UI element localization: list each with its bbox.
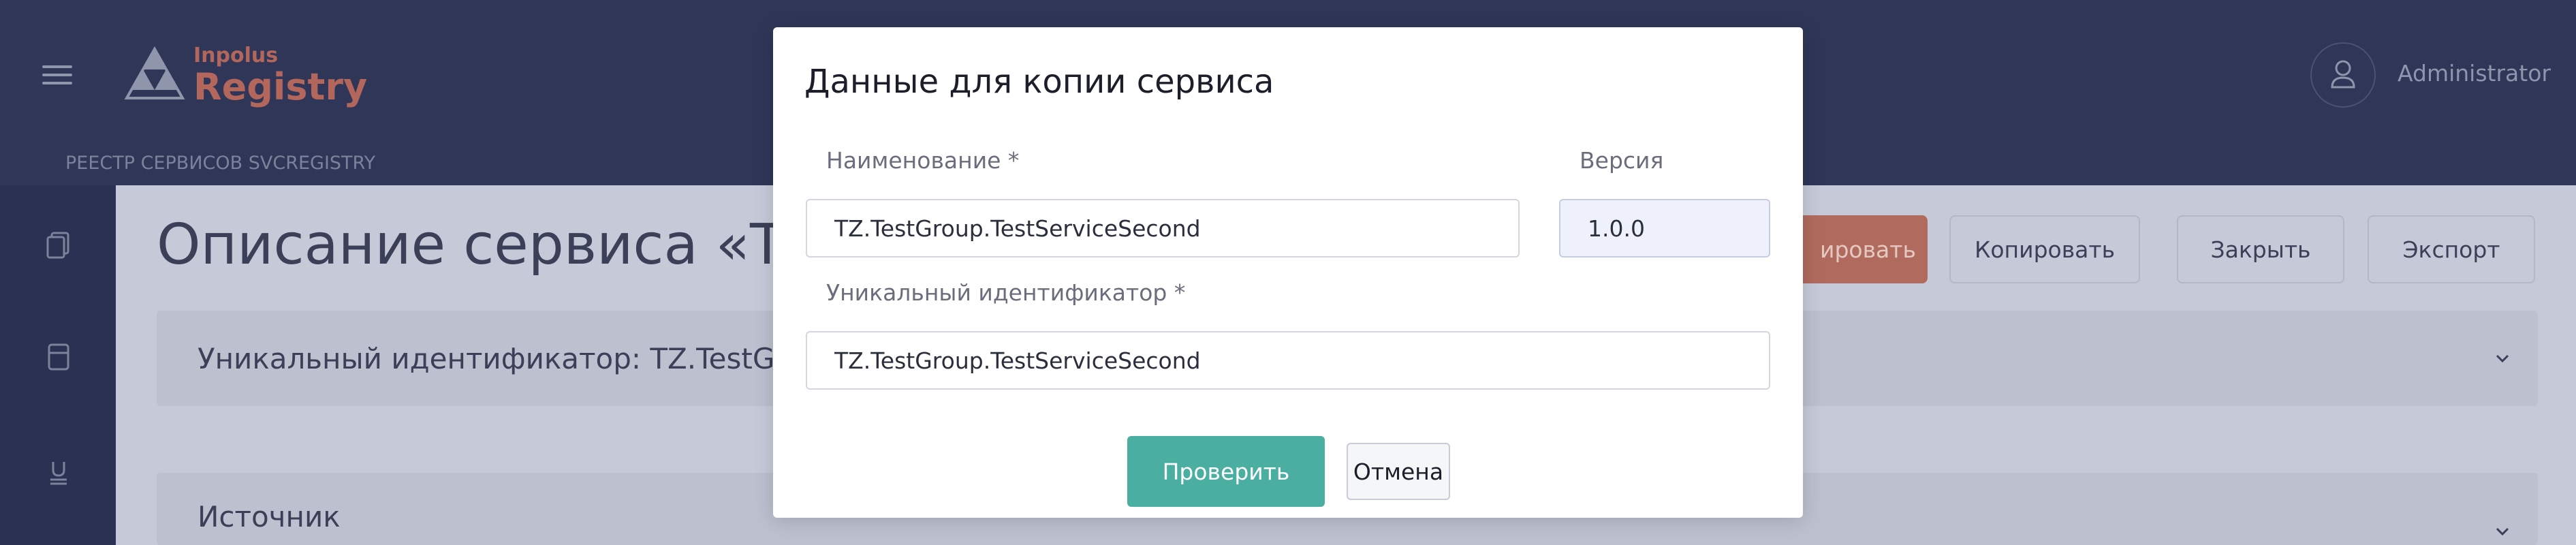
copy-button[interactable]: Копировать — [1949, 215, 2140, 283]
chevron-down-icon[interactable] — [2494, 350, 2511, 367]
container-icon[interactable] — [42, 341, 75, 373]
logo-text-small: Inpolus — [193, 44, 279, 67]
version-input[interactable] — [1559, 199, 1770, 258]
copy-service-modal: Данные для копии сервиса Наименование * … — [773, 27, 1803, 518]
uid-label: Уникальный идентификатор * — [826, 279, 1186, 306]
documents-icon[interactable] — [42, 229, 75, 262]
uid-input[interactable] — [806, 331, 1770, 390]
modal-title: Данные для копии сервиса — [804, 63, 1274, 101]
source-card-text: Источник — [198, 500, 341, 533]
close-button[interactable]: Закрыть — [2177, 215, 2344, 283]
chevron-down-icon[interactable] — [2494, 523, 2511, 540]
cancel-button[interactable]: Отмена — [1347, 443, 1450, 500]
page-title: Описание сервиса «TZ.T — [157, 213, 875, 277]
export-button[interactable]: Экспорт — [2368, 215, 2535, 283]
logo-text-big: Registry — [193, 65, 368, 108]
name-input[interactable] — [806, 199, 1520, 258]
check-button[interactable]: Проверить — [1127, 436, 1325, 507]
user-icon — [2331, 60, 2355, 89]
registry-logo-icon — [124, 46, 185, 99]
plug-icon[interactable] — [42, 455, 75, 488]
sidebar — [0, 185, 116, 545]
menu-icon[interactable] — [42, 65, 72, 84]
user-avatar[interactable] — [2310, 42, 2376, 108]
version-label: Версия — [1580, 147, 1664, 174]
name-label: Наименование * — [826, 147, 1020, 174]
user-name[interactable]: Administrator — [2398, 60, 2551, 87]
breadcrumb[interactable]: РЕЕСТР СЕРВИСОВ SVCREGISTRY — [65, 153, 375, 174]
